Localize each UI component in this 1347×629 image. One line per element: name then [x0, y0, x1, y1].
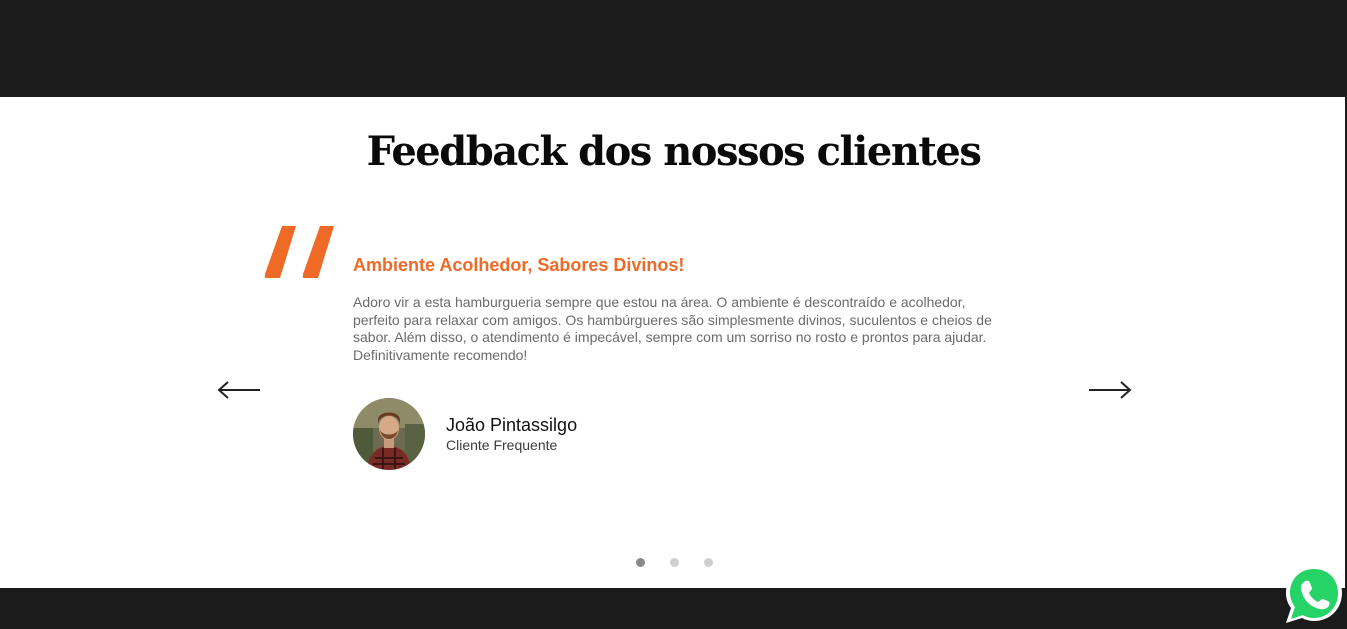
author-name: João Pintassilgo [446, 415, 578, 435]
quote-icon [264, 226, 334, 278]
section-title: Feedback dos nossos clientes [366, 128, 982, 175]
carousel-dot-1[interactable] [636, 558, 645, 567]
whatsapp-icon[interactable] [1282, 562, 1346, 626]
avatar-photo [353, 398, 425, 470]
arrow-left-icon[interactable] [216, 378, 262, 402]
header-bar [0, 0, 1347, 97]
arrow-right-icon[interactable] [1087, 378, 1133, 402]
carousel-dot-2[interactable] [670, 558, 679, 567]
review-heading: Ambiente Acolhedor, Sabores Divinos! [353, 255, 685, 275]
review-text: Adoro vir a esta hamburgueria sempre que… [353, 294, 992, 363]
avatar [353, 398, 425, 470]
carousel-dot-3[interactable] [704, 558, 713, 567]
author-role: Cliente Frequente [446, 437, 558, 453]
footer-bar [0, 588, 1347, 629]
